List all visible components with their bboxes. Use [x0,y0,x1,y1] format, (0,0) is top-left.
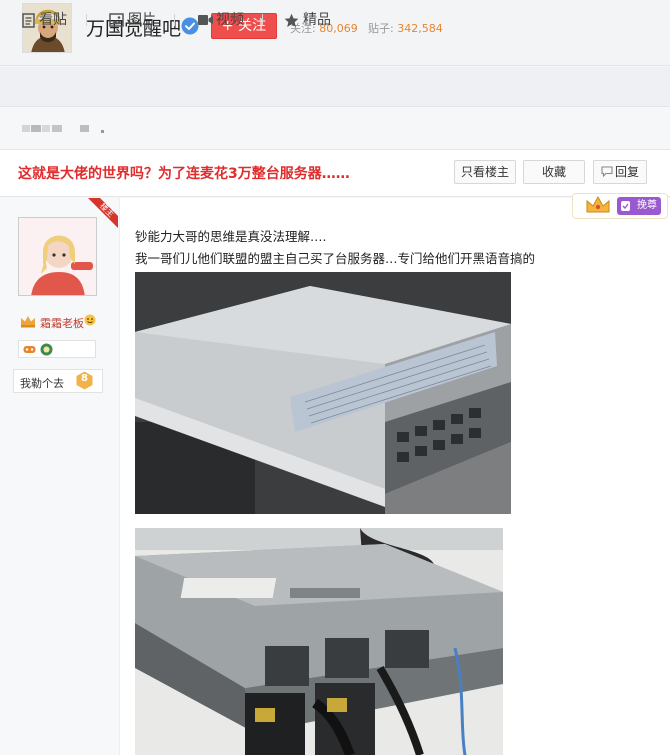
posts-stat: 贴子: 342,584 [368,20,443,36]
video-camera-icon [198,15,213,25]
blurred-breadcrumb [31,125,41,132]
forum-nav [0,67,670,107]
breadcrumb [0,107,670,149]
reply-button-label: 回复 [614,165,639,179]
tab-images-label: 图片 [128,12,156,28]
document-icon [22,13,35,28]
post-image-1[interactable] [135,272,511,514]
tab-videos-label: 视频 [216,12,244,28]
author-avatar[interactable] [18,217,97,296]
author-name[interactable]: 霜霜老板 [40,315,84,331]
server-photo-1 [135,272,511,514]
nav-divider [174,14,175,26]
server-photo-2 [135,528,503,755]
hand-icon [621,201,630,211]
favorite-button[interactable]: 收藏 [523,160,585,184]
badge-row [18,340,96,358]
gold-crown-icon [586,195,610,213]
anime-avatar-icon [19,218,96,295]
level-number: 8 [81,373,88,384]
thread-title: 这就是大佬的世界吗？为了连麦花3万整台服务器…… [18,166,350,182]
blurred-breadcrumb [42,125,50,132]
post-image-2[interactable] [135,528,503,755]
blurred-breadcrumb [22,125,30,132]
post-line-1: 钞能力大哥的思维是真没法理解…. [135,229,327,244]
speech-bubble-icon [601,166,613,177]
nav-divider [86,14,87,26]
emoji-icon [84,314,96,326]
star-icon [284,13,299,27]
blurred-breadcrumb [52,125,62,132]
tab-featured-label: 精品 [303,12,331,28]
posts-label: 贴子: [368,22,394,35]
game-badge-icon[interactable] [23,343,36,356]
level-name: 我勒个去 [20,377,64,390]
blurred-breadcrumb [101,130,104,133]
image-icon [109,13,124,27]
nav-divider [262,14,263,26]
blurred-breadcrumb [80,125,89,132]
post-line-2: 我一哥们儿他们联盟的盟主自己买了台服务器…专门给他们开黑语音搞的 [135,251,536,266]
only-op-button[interactable]: 只看楼主 [454,160,516,184]
tab-posts-label: 看贴 [39,12,67,28]
tab-featured[interactable]: 精品 [284,0,336,40]
posts-count: 342,584 [397,22,443,35]
crown-badge-icon [21,316,35,328]
clover-badge-icon[interactable] [40,343,53,356]
tab-videos[interactable]: 视频 [196,0,248,40]
save-tag-label: 挽尊 [637,200,657,211]
save-tag[interactable]: 挽尊 [617,197,661,215]
reply-button[interactable]: 回复 [593,160,647,184]
tab-images[interactable]: 图片 [108,0,160,40]
tab-posts[interactable]: 看贴 [20,0,72,40]
